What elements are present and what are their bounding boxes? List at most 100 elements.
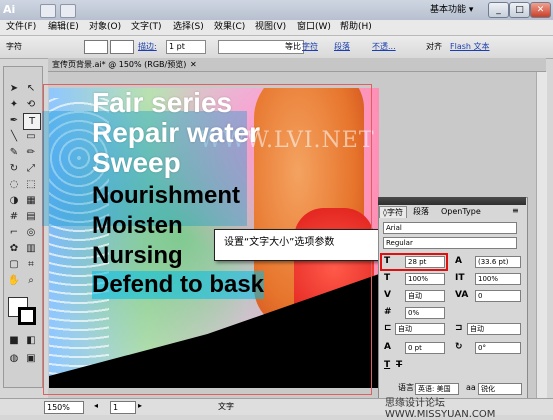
menu-file[interactable]: 文件(F)	[6, 21, 36, 34]
menu-view[interactable]: 视图(V)	[255, 21, 286, 34]
tracking-field[interactable]: 0	[475, 290, 521, 302]
stroke-profile-select[interactable]: 等比	[218, 40, 304, 54]
zoom-tool-icon[interactable]: ⌕	[23, 273, 39, 288]
fill-swatch[interactable]	[84, 40, 108, 54]
magic-wand-icon[interactable]: ✦	[6, 97, 22, 112]
opacity-link[interactable]: 不透...	[372, 41, 396, 53]
tab-character[interactable]: ◊字符	[379, 206, 407, 218]
perspective-grid-icon[interactable]: ▦	[23, 193, 39, 208]
font-style-field[interactable]: Regular	[383, 237, 517, 249]
tsume-field[interactable]: 0%	[405, 307, 445, 319]
menu-window[interactable]: 窗口(W)	[297, 21, 331, 34]
direct-selection-icon[interactable]: ↖	[23, 81, 39, 96]
underline-toggle-icon[interactable]: T	[384, 360, 390, 370]
type-tool-icon[interactable]: T	[23, 113, 41, 130]
warp-tool-icon[interactable]: ◌	[6, 177, 22, 192]
color-mode-icon[interactable]: ■	[6, 333, 22, 348]
menu-edit[interactable]: 编辑(E)	[48, 21, 79, 34]
align-link[interactable]: 对齐	[426, 41, 442, 53]
draw-mode-icon[interactable]: ◍	[6, 351, 22, 366]
hand-tool-icon[interactable]: ✋	[6, 273, 22, 288]
artboard-number-field[interactable]: 1	[110, 401, 136, 414]
stroke-swatch[interactable]	[110, 40, 134, 54]
horizontal-scale-field[interactable]: 100%	[405, 273, 445, 285]
arrange-docs-icon[interactable]	[60, 4, 76, 18]
rotate-tool-icon[interactable]: ↻	[6, 161, 22, 176]
workspace-switcher[interactable]: 基本功能 ▾	[430, 3, 473, 17]
paintbrush-icon[interactable]: ✎	[6, 145, 22, 160]
minimize-button[interactable]: _	[488, 2, 509, 18]
control-bar: 字符 描边: 1 pt 等比 字符 段落 不透... 对齐 Flash 文本	[0, 36, 553, 59]
menu-help[interactable]: 帮助(H)	[340, 21, 372, 34]
mojikumi-left-icon: ⊏	[384, 323, 392, 333]
art-line-nourishment[interactable]: Nourishment	[92, 182, 240, 210]
mesh-tool-icon[interactable]: #	[6, 209, 22, 224]
flash-text-link[interactable]: Flash 文本	[450, 41, 490, 53]
graph-tool-icon[interactable]: ▥	[23, 241, 39, 256]
mojikumi-left-field[interactable]: 自动	[395, 323, 445, 335]
vertical-scrollbar[interactable]	[536, 72, 547, 398]
bridge-icon[interactable]	[40, 4, 56, 18]
shape-builder-icon[interactable]: ◑	[6, 193, 22, 208]
tracking-icon: VA	[455, 290, 469, 300]
artboard-tool-icon[interactable]: ▢	[6, 257, 22, 272]
tab-paragraph[interactable]: 段落	[410, 206, 432, 217]
art-line-defend[interactable]: Defend to bask	[92, 271, 265, 299]
document-tab[interactable]: 宣传页背景.ai* @ 150% (RGB/预览)	[52, 59, 186, 71]
rectangle-tool-icon[interactable]: ▭	[23, 129, 39, 144]
restore-button[interactable]: □	[509, 2, 530, 18]
leading-icon: A	[455, 256, 462, 266]
kerning-field[interactable]: 自动	[405, 290, 445, 302]
rotation-field[interactable]: 0°	[475, 342, 521, 354]
font-size-highlight	[380, 253, 448, 271]
screen-mode-icon[interactable]: ▣	[23, 351, 39, 366]
next-artboard-icon[interactable]: ▸	[138, 401, 142, 410]
control-label: 字符	[6, 42, 22, 51]
zoom-field[interactable]: 150%	[44, 401, 84, 414]
stroke-link[interactable]: 描边:	[138, 41, 157, 53]
mojikumi-right-field[interactable]: 自动	[467, 323, 521, 335]
tools-panel: ➤ ↖ ✦ ⟲ ✒ T ╲ ▭ ✎ ✏ ↻ ⤢ ◌ ⬚ ◑ ▦ # ▤ ⌐ ◎ …	[3, 66, 43, 388]
baseline-shift-field[interactable]: 0 pt	[405, 342, 445, 354]
status-tool-text: 文字	[218, 402, 234, 411]
selection-tool-icon[interactable]: ➤	[6, 81, 22, 96]
tab-close-icon[interactable]: ✕	[190, 59, 197, 71]
paragraph-link[interactable]: 段落	[334, 41, 350, 53]
pencil-icon[interactable]: ✏	[23, 145, 39, 160]
site-watermark: 思缘设计论坛 WWW.MISSYUAN.COM	[385, 398, 496, 420]
menu-object[interactable]: 对象(O)	[89, 21, 121, 34]
art-line-nursing[interactable]: Nursing	[92, 242, 183, 270]
leading-field[interactable]: (33.6 pt)	[475, 256, 521, 268]
menu-effect[interactable]: 效果(C)	[214, 21, 245, 34]
character-link[interactable]: 字符	[302, 41, 318, 53]
tab-opentype[interactable]: OpenType	[438, 206, 484, 217]
stroke-weight-field[interactable]: 1 pt	[166, 40, 206, 54]
line-tool-icon[interactable]: ╲	[6, 129, 22, 144]
gradient-mode-icon[interactable]: ◧	[23, 333, 39, 348]
strikethrough-toggle-icon[interactable]: T	[396, 360, 402, 370]
kerning-icon: V	[384, 290, 391, 300]
lasso-icon[interactable]: ⟲	[23, 97, 39, 112]
slice-tool-icon[interactable]: ⌗	[23, 257, 39, 272]
eyedropper-icon[interactable]: ⌐	[6, 225, 22, 240]
free-transform-icon[interactable]: ⬚	[23, 177, 39, 192]
stroke-color-box[interactable]	[18, 307, 36, 325]
menu-select[interactable]: 选择(S)	[173, 21, 204, 34]
gradient-tool-icon[interactable]: ▤	[23, 209, 39, 224]
art-line-moisten[interactable]: Moisten	[92, 212, 183, 240]
prev-artboard-icon[interactable]: ◂	[94, 401, 98, 410]
close-button[interactable]: ✕	[530, 2, 551, 18]
art-line-fair-series[interactable]: Fair series	[92, 88, 232, 118]
panel-menu-icon[interactable]: ≡	[512, 206, 519, 215]
anti-alias-icon: aa	[466, 383, 476, 392]
pen-tool-icon[interactable]: ✒	[6, 113, 22, 128]
font-family-field[interactable]: Arial	[383, 222, 517, 234]
scale-tool-icon[interactable]: ⤢	[23, 161, 39, 176]
art-line-repair-water[interactable]: Repair water	[92, 118, 260, 148]
symbol-sprayer-icon[interactable]: ✿	[6, 241, 22, 256]
blend-tool-icon[interactable]: ◎	[23, 225, 39, 240]
panel-header[interactable]	[378, 197, 526, 205]
vertical-scale-field[interactable]: 100%	[475, 273, 521, 285]
menu-type[interactable]: 文字(T)	[131, 21, 162, 34]
art-line-sweep[interactable]: Sweep	[92, 148, 181, 178]
